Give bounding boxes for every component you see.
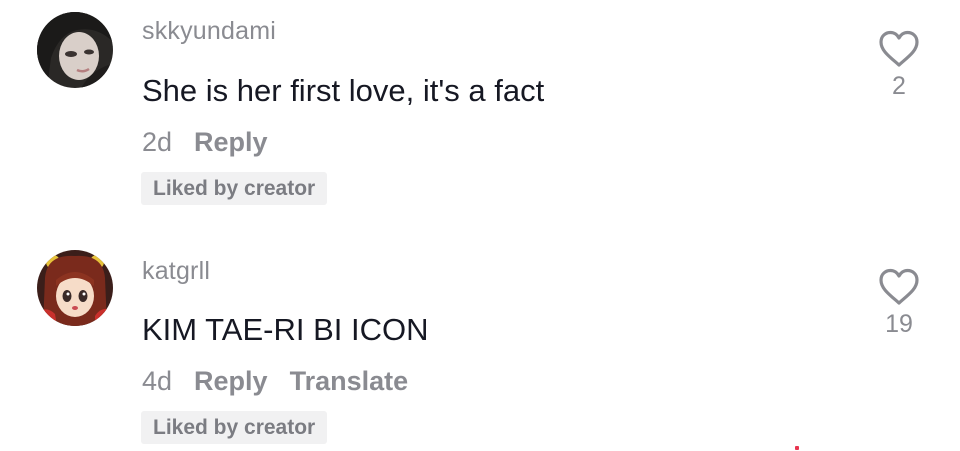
like-button[interactable]: 2 xyxy=(870,30,928,101)
translate-button[interactable]: Translate xyxy=(290,366,409,397)
avatar-anime-icon xyxy=(37,250,113,326)
liked-by-creator-badge: Liked by creator xyxy=(141,411,328,444)
reply-button[interactable]: Reply xyxy=(194,127,268,158)
comment-meta: 4d Reply Translate xyxy=(142,366,408,397)
comment-text: She is her first love, it's a fact xyxy=(142,73,545,108)
comment-meta: 2d Reply xyxy=(142,127,290,158)
heart-outline-icon xyxy=(879,30,919,67)
decorative-mark xyxy=(795,446,799,450)
comment-text: KIM TAE-RI BI ICON xyxy=(142,312,429,347)
avatar[interactable] xyxy=(37,250,113,326)
comment-time: 2d xyxy=(142,127,173,157)
avatar-photo-icon xyxy=(37,12,113,88)
avatar[interactable] xyxy=(37,12,113,88)
reply-button[interactable]: Reply xyxy=(194,366,268,397)
comment-username[interactable]: katgrll xyxy=(142,257,210,286)
like-count: 19 xyxy=(885,310,913,338)
comment-item: skkyundami She is her first love, it's a… xyxy=(0,0,960,220)
comment-time: 4d xyxy=(142,366,173,396)
comment-username[interactable]: skkyundami xyxy=(142,17,276,46)
comment-item: katgrll KIM TAE-RI BI ICON 4d Reply Transl… xyxy=(0,236,960,451)
like-count: 2 xyxy=(892,72,906,100)
heart-outline-icon xyxy=(879,268,919,305)
liked-by-creator-badge: Liked by creator xyxy=(141,172,328,205)
like-button[interactable]: 19 xyxy=(870,268,928,339)
